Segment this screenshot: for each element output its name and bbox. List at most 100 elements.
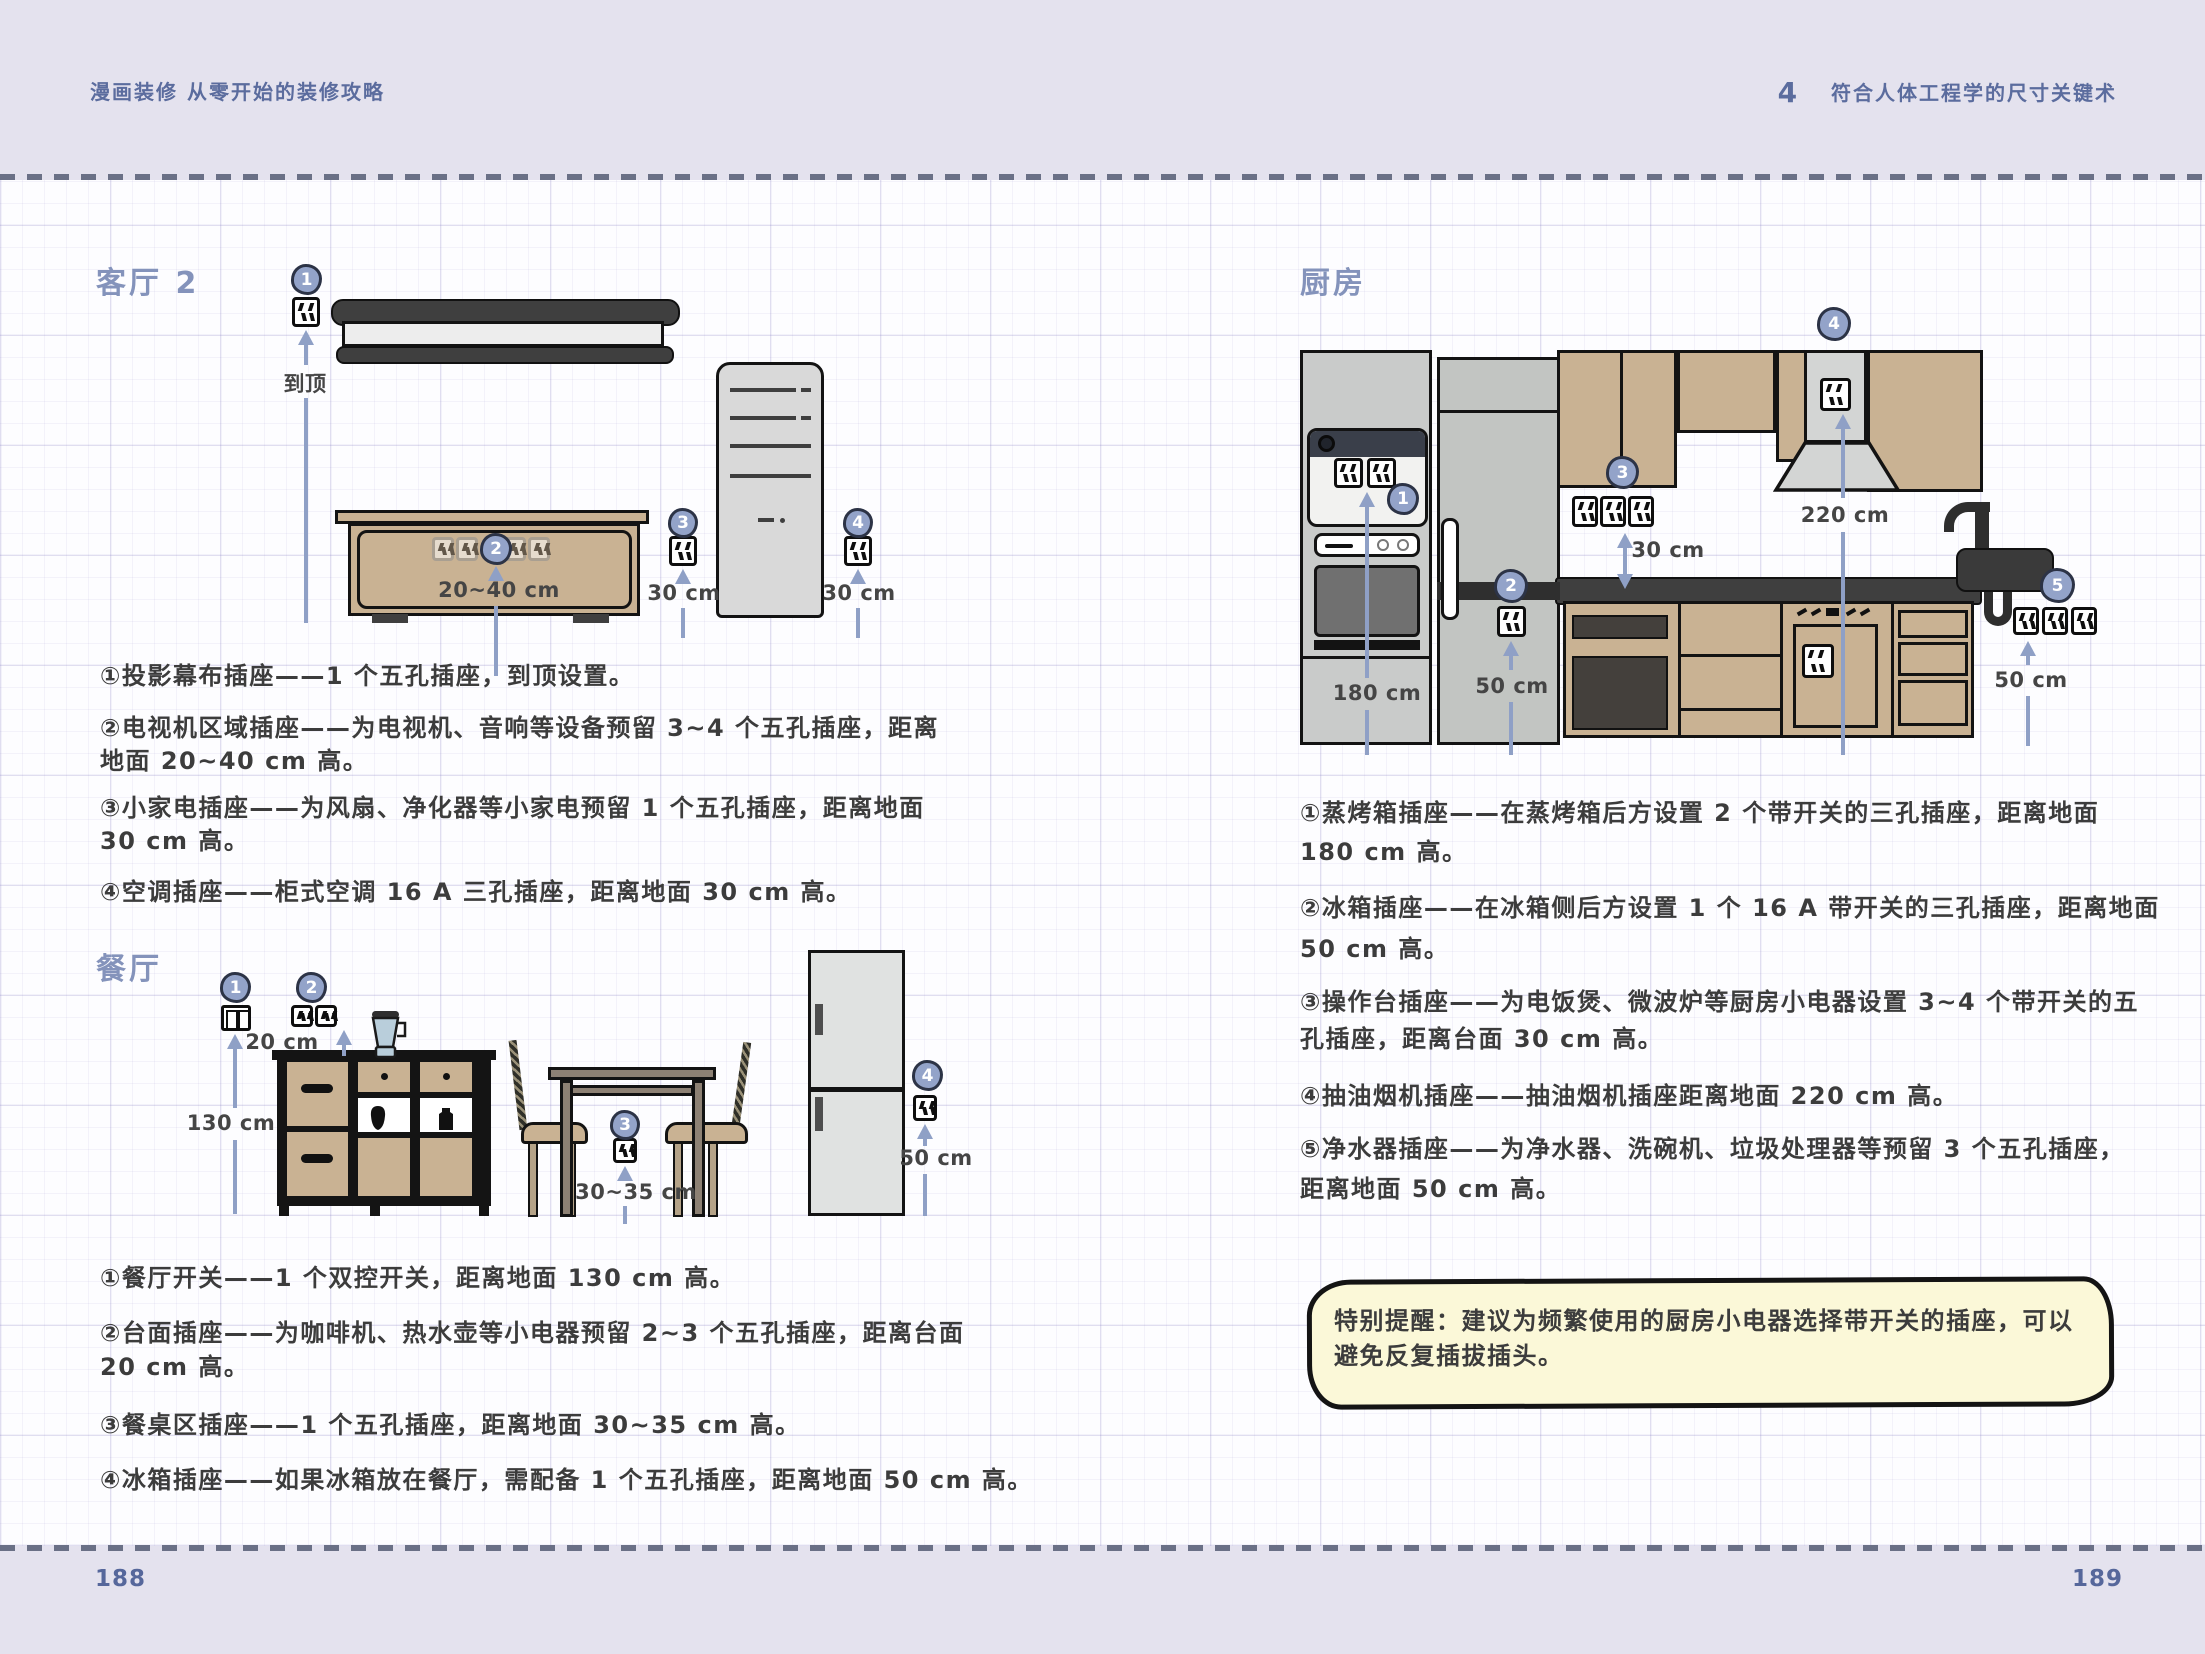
- arrow-up-icon: [2020, 641, 2036, 656]
- badge-3-icon: 3: [610, 1110, 640, 1140]
- sideboard-leg: [279, 1206, 289, 1216]
- badge-3-icon: 3: [1606, 456, 1639, 489]
- badge-5-icon: 5: [2040, 568, 2075, 603]
- dimension-line: [2026, 655, 2030, 665]
- book-spread: 漫画装修 从零开始的装修攻略 4 符合人体工程学的尺寸关键术 188 189 客…: [0, 0, 2205, 1654]
- socket-icon: [2013, 607, 2039, 635]
- dim-label-kitchen-fridge: 50 cm: [1475, 674, 1548, 698]
- badge-2-icon: 2: [480, 533, 512, 565]
- dimension-line: [304, 398, 308, 623]
- sideboard-shelf: [420, 1098, 472, 1132]
- cabinet-divider: [1780, 601, 1783, 738]
- socket-icon: [2042, 607, 2068, 635]
- dimension-line: [1365, 710, 1369, 755]
- socket-icon: [913, 1095, 937, 1121]
- dim-label-steam-oven: 180 cm: [1333, 681, 1421, 705]
- projector-screen-bar: [336, 346, 674, 364]
- socket-icon: [1600, 496, 1626, 527]
- socket-icon: [432, 537, 454, 561]
- ac-louver: [801, 388, 811, 392]
- drawer-front: [1898, 642, 1968, 676]
- list-item: ①投影幕布插座——1 个五孔插座，到顶设置。: [100, 660, 634, 692]
- list-item: ①蒸烤箱插座——在蒸烤箱后方设置 2 个带开关的三孔插座，距离地面: [1300, 797, 2099, 829]
- cabinet-foot: [573, 614, 609, 623]
- socket-icon: [1628, 496, 1654, 527]
- sideboard-frame: [277, 1058, 491, 1206]
- dimension-line: [856, 608, 860, 638]
- sideboard-drawer: [420, 1062, 472, 1092]
- list-item: ⑤净水器插座——为净水器、洗碗机、垃圾处理器等预留 3 个五孔插座，: [1300, 1133, 2125, 1165]
- badge-2-icon: 2: [1494, 569, 1528, 603]
- badge-1-icon: 1: [1387, 483, 1419, 515]
- drawer-line: [1681, 708, 1780, 711]
- special-note-line: 特别提醒：建议为频繁使用的厨房小电器选择带开关的插座，可以: [1334, 1305, 2074, 1337]
- list-item: ①餐厅开关——1 个双控开关，距离地面 130 cm 高。: [100, 1262, 735, 1294]
- vent-mark: [1826, 608, 1839, 616]
- dimension-line: [1509, 655, 1513, 670]
- page-number-left: 188: [95, 1566, 146, 1592]
- wall-cabinet: [1677, 350, 1776, 433]
- faucet-pipe: [1975, 505, 1989, 551]
- sideboard-door: [287, 1062, 348, 1126]
- list-item: ③操作台插座——为电饭煲、微波炉等厨房小电器设置 3~4 个带开关的五: [1300, 986, 2139, 1018]
- book-title: 漫画装修 从零开始的装修攻略: [90, 76, 385, 105]
- dimension-line: [342, 1044, 346, 1056]
- socket-icon: [1802, 644, 1834, 678]
- dim-label-kitchen-counter: 30 cm: [1631, 538, 1704, 562]
- ac-display: [758, 518, 774, 522]
- list-item: 30 cm 高。: [100, 825, 249, 857]
- dim-label-to-ceiling: 到顶: [284, 368, 327, 398]
- socket-icon: [1572, 496, 1598, 527]
- list-item: 50 cm 高。: [1300, 933, 1449, 965]
- dimension-line: [623, 1206, 627, 1224]
- badge-1-icon: 1: [291, 264, 322, 295]
- fridge-handle: [815, 1097, 823, 1131]
- badge-3-icon: 3: [668, 508, 698, 538]
- oven-knob-icon: [1377, 539, 1389, 551]
- dimension-line: [1841, 532, 1845, 755]
- cabinet-divider: [1891, 601, 1894, 738]
- dim-label-counter: 20 cm: [245, 1030, 318, 1054]
- socket-icon: [669, 536, 697, 566]
- list-item: 距离地面 50 cm 高。: [1300, 1173, 1561, 1205]
- dimension-line: [2026, 696, 2030, 746]
- list-item: ②冰箱插座——在冰箱侧后方设置 1 个 16 A 带开关的三孔插座，距离地面: [1300, 892, 2160, 924]
- arrow-up-icon: [1359, 492, 1375, 507]
- ac-louver: [730, 416, 796, 420]
- ac-display-dot: [780, 518, 785, 523]
- list-item: ④空调插座——柜式空调 16 A 三孔插座，距离地面 30 cm 高。: [100, 876, 852, 908]
- list-item: ④冰箱插座——如果冰箱放在餐厅，需配备 1 个五孔插座，距离地面 50 cm 高…: [100, 1464, 1033, 1496]
- dim-label-table: 30~35 cm: [575, 1180, 697, 1204]
- dim-label-tv: 20~40 cm: [438, 578, 560, 602]
- dim-label-ac: 30 cm: [822, 581, 895, 605]
- socket-icon: [1820, 378, 1851, 411]
- arrow-up-icon: [336, 1030, 352, 1045]
- cabinet-foot: [372, 614, 408, 623]
- list-item: 地面 20~40 cm 高。: [100, 745, 368, 777]
- drawer-front: [1898, 610, 1968, 638]
- arrow-up-icon: [227, 1034, 243, 1049]
- ac-louver: [730, 474, 811, 478]
- switch-icon: [221, 1005, 251, 1031]
- cabinet-divider: [1678, 601, 1681, 738]
- socket-icon: [292, 297, 320, 327]
- chair-leg: [708, 1142, 718, 1217]
- section-title-kitchen: 厨房: [1300, 258, 1366, 302]
- dimension-line: [304, 345, 308, 365]
- appliance-front: [1572, 615, 1668, 639]
- dimension-line: [494, 606, 498, 676]
- section-title-dining-room: 餐厅: [96, 944, 162, 988]
- fridge-handle: [1441, 518, 1459, 620]
- dimension-line: [233, 1048, 237, 1108]
- sideboard-shelf: [358, 1098, 410, 1132]
- dimension-line: [923, 1138, 927, 1146]
- tv-cabinet-top: [335, 510, 649, 524]
- arrow-up-icon: [1835, 414, 1851, 429]
- special-note-line: 避免反复插拔插头。: [1334, 1340, 1564, 1372]
- chair-leg: [528, 1142, 538, 1217]
- socket-icon: [1367, 458, 1396, 488]
- drain-pipe: [1984, 590, 2012, 626]
- dimension-line: [233, 1140, 237, 1214]
- projector-screen-canvas: [342, 321, 664, 347]
- sideboard-leg: [479, 1206, 489, 1216]
